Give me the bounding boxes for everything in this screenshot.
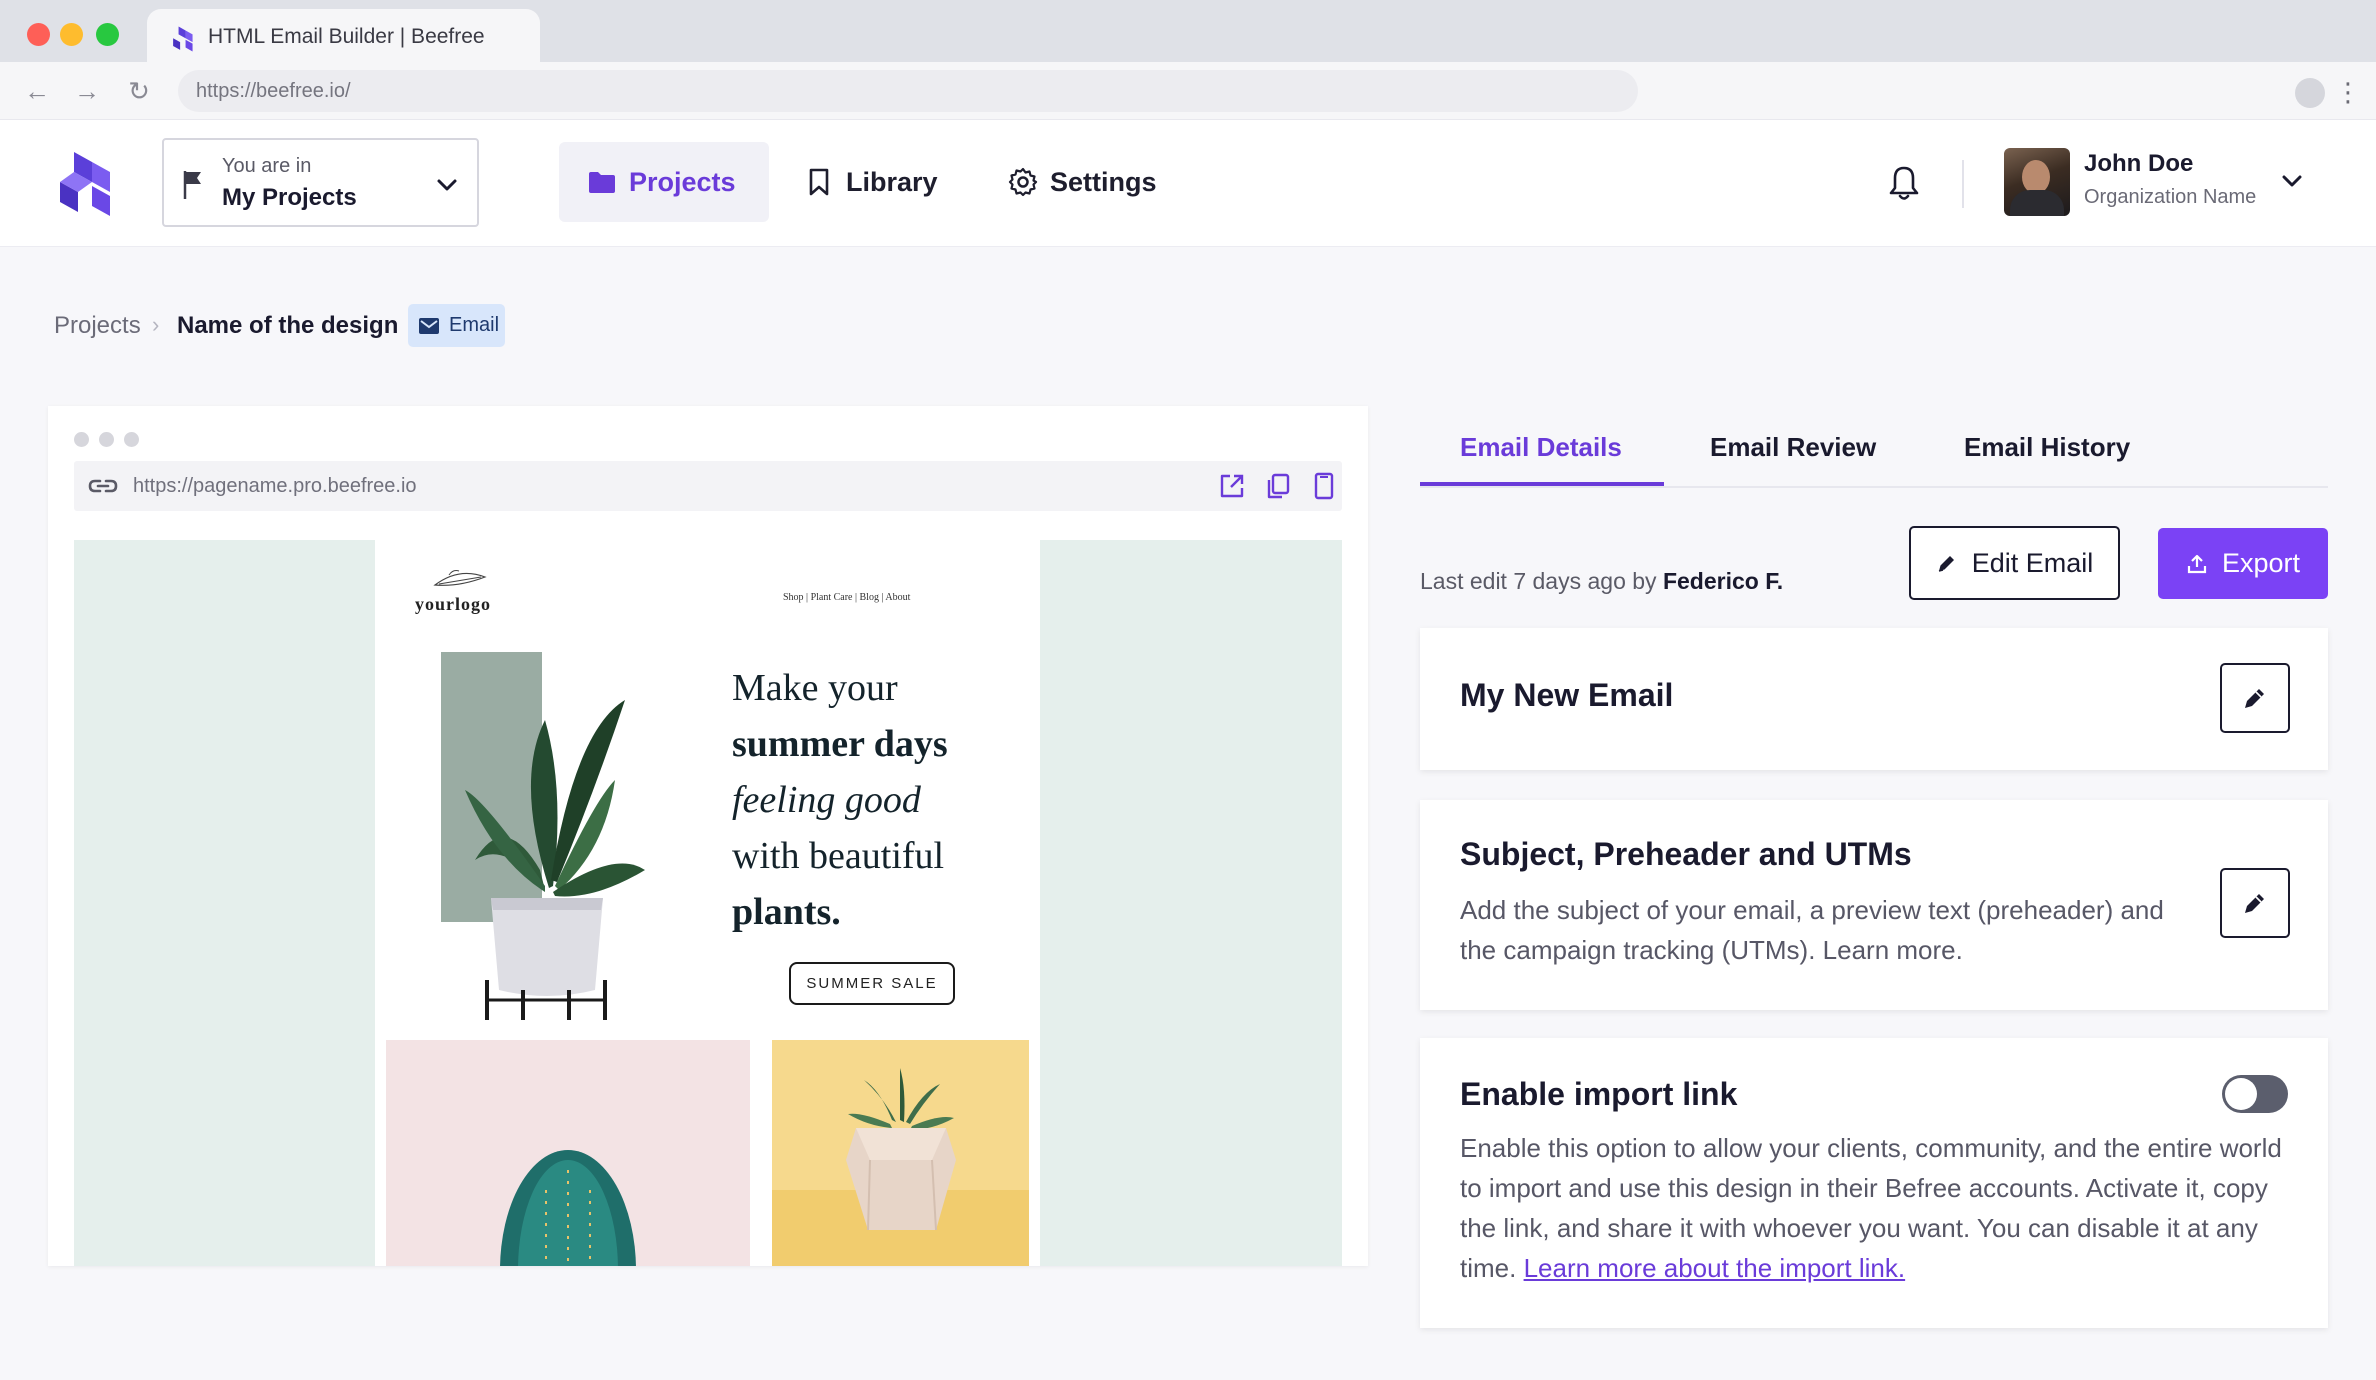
flag-icon — [183, 171, 201, 199]
workspace-selector[interactable]: You are in My Projects — [162, 138, 479, 227]
import-link-toggle[interactable] — [2222, 1075, 2288, 1113]
headline-line: Make your — [732, 667, 898, 709]
preview-url[interactable]: https://pagename.pro.beefree.io — [133, 475, 417, 498]
headline-line: feeling good — [732, 779, 921, 821]
folder-icon — [589, 172, 615, 193]
workspace-label: You are in — [222, 155, 312, 177]
preview-window-dot — [99, 432, 114, 447]
headline-line: with beautiful — [732, 835, 945, 877]
address-bar-url: https://beefree.io/ — [196, 80, 351, 102]
tab-email-review[interactable]: Email Review — [1710, 432, 1876, 463]
pencil-icon — [2245, 689, 2264, 708]
pencil-icon — [1938, 556, 1954, 572]
nav-projects-label: Projects — [629, 166, 736, 197]
address-bar[interactable]: https://beefree.io/ — [178, 70, 1638, 112]
browser-menu-icon[interactable]: ⋮ — [2335, 75, 2361, 109]
copy-icon[interactable] — [1264, 472, 1292, 500]
import-link-description: Enable this option to allow your clients… — [1460, 1128, 2310, 1288]
logo-leaf-icon — [433, 570, 487, 586]
learn-more-import-link[interactable]: Learn more about the import link. — [1524, 1253, 1906, 1283]
email-logo: yourlogo — [415, 594, 492, 614]
gear-icon — [1008, 167, 1038, 197]
import-link-title: Enable import link — [1460, 1076, 1738, 1112]
header-divider — [1962, 160, 1964, 208]
nav-library-label: Library — [846, 166, 938, 197]
headline-line: plants. — [732, 891, 841, 933]
reload-icon[interactable]: ↻ — [124, 76, 154, 106]
summer-sale-button: SUMMER SALE — [789, 962, 955, 1005]
bookmark-icon — [809, 168, 829, 196]
workspace-name: My Projects — [222, 184, 357, 211]
cactus-image — [386, 1040, 750, 1266]
breadcrumb-current: Name of the design — [177, 312, 399, 339]
tab-email-details[interactable]: Email Details — [1460, 432, 1622, 463]
beefree-logo-icon[interactable] — [52, 148, 124, 220]
email-preview-canvas: yourlogo Shop | Plant Care | Blog | Abou… — [74, 540, 1342, 1266]
browser-tab[interactable]: HTML Email Builder | Beefree — [147, 9, 540, 63]
preview-url-bar: https://pagename.pro.beefree.io — [74, 461, 1342, 511]
preview-window-dot — [74, 432, 89, 447]
avatar[interactable] — [2004, 148, 2070, 216]
preview-window-dot — [124, 432, 139, 447]
subject-card-title: Subject, Preheader and UTMs — [1460, 836, 1912, 872]
last-edit-user: Federico F. — [1662, 568, 1784, 594]
email-type-badge-label: Email — [449, 314, 500, 336]
email-preview-card: https://pagename.pro.beefree.io yourlogo… — [48, 406, 1368, 1266]
link-icon — [88, 479, 118, 493]
breadcrumb-separator-icon: › — [152, 312, 160, 337]
window-minimize-button[interactable] — [60, 23, 83, 46]
nav-settings-label: Settings — [1050, 166, 1157, 197]
subject-card-description: Add the subject of your email, a preview… — [1460, 895, 2164, 965]
email-type-badge: Email — [408, 304, 505, 347]
succulent-image — [772, 1040, 1029, 1266]
email-menu: Shop | Plant Care | Blog | About — [783, 592, 911, 603]
edit-subject-button[interactable] — [2220, 868, 2290, 938]
potted-plant-image — [465, 700, 645, 1020]
mobile-preview-icon[interactable] — [1310, 472, 1338, 500]
envelope-icon — [419, 317, 439, 334]
nav-library[interactable]: Library — [776, 142, 966, 222]
edit-email-label: Edit Email — [1971, 547, 2094, 578]
export-label: Export — [2221, 548, 2301, 578]
app-header: You are in My Projects Projects Library … — [0, 120, 2376, 247]
edit-email-button[interactable]: Edit Email — [1909, 526, 2120, 600]
pencil-icon — [2245, 894, 2264, 913]
window-close-button[interactable] — [27, 23, 50, 46]
email-template-preview: yourlogo Shop | Plant Care | Blog | Abou… — [375, 540, 1040, 1266]
breadcrumb-projects[interactable]: Projects — [54, 312, 141, 340]
back-arrow-icon[interactable]: ← — [22, 76, 52, 106]
bell-icon[interactable] — [1887, 164, 1921, 202]
tab-email-history[interactable]: Email History — [1964, 432, 2130, 463]
import-link-card: Enable import link Enable this option to… — [1420, 1038, 2328, 1328]
email-headline: Make your summer days feeling good with … — [732, 660, 1032, 940]
upload-icon — [2187, 554, 2207, 573]
beefree-favicon-icon — [173, 26, 193, 52]
user-name[interactable]: John Doe — [2084, 150, 2193, 178]
chevron-down-icon[interactable] — [2277, 166, 2307, 196]
toggle-knob — [2225, 1078, 2257, 1110]
export-button[interactable]: Export — [2158, 528, 2328, 599]
window-maximize-button[interactable] — [96, 23, 119, 46]
last-edit-prefix: Last edit 7 days ago by — [1420, 568, 1657, 594]
nav-projects[interactable]: Projects — [559, 142, 769, 222]
browser-toolbar: ← → ↻ https://beefree.io/ ⋮ — [0, 62, 2376, 120]
nav-settings[interactable]: Settings — [980, 142, 1180, 222]
user-organization: Organization Name — [2084, 186, 2257, 208]
edit-name-button[interactable] — [2220, 663, 2290, 733]
email-name-card: My New Email — [1420, 628, 2328, 770]
last-edit-info: Last edit 7 days ago by Federico F. — [1420, 568, 1783, 595]
details-tabs: Email Details Email Review Email History — [1420, 418, 2328, 488]
browser-tab-strip: HTML Email Builder | Beefree — [0, 0, 2376, 63]
chevron-down-icon — [437, 179, 457, 191]
subject-card: Subject, Preheader and UTMs Add the subj… — [1420, 800, 2328, 1010]
browser-profile-icon[interactable] — [2295, 78, 2325, 108]
forward-arrow-icon[interactable]: → — [72, 76, 102, 106]
browser-tab-title: HTML Email Builder | Beefree — [208, 25, 485, 48]
active-tab-indicator — [1420, 482, 1664, 486]
open-external-icon[interactable] — [1218, 472, 1246, 500]
email-name-title: My New Email — [1460, 677, 1674, 713]
headline-line: summer days — [732, 723, 948, 765]
